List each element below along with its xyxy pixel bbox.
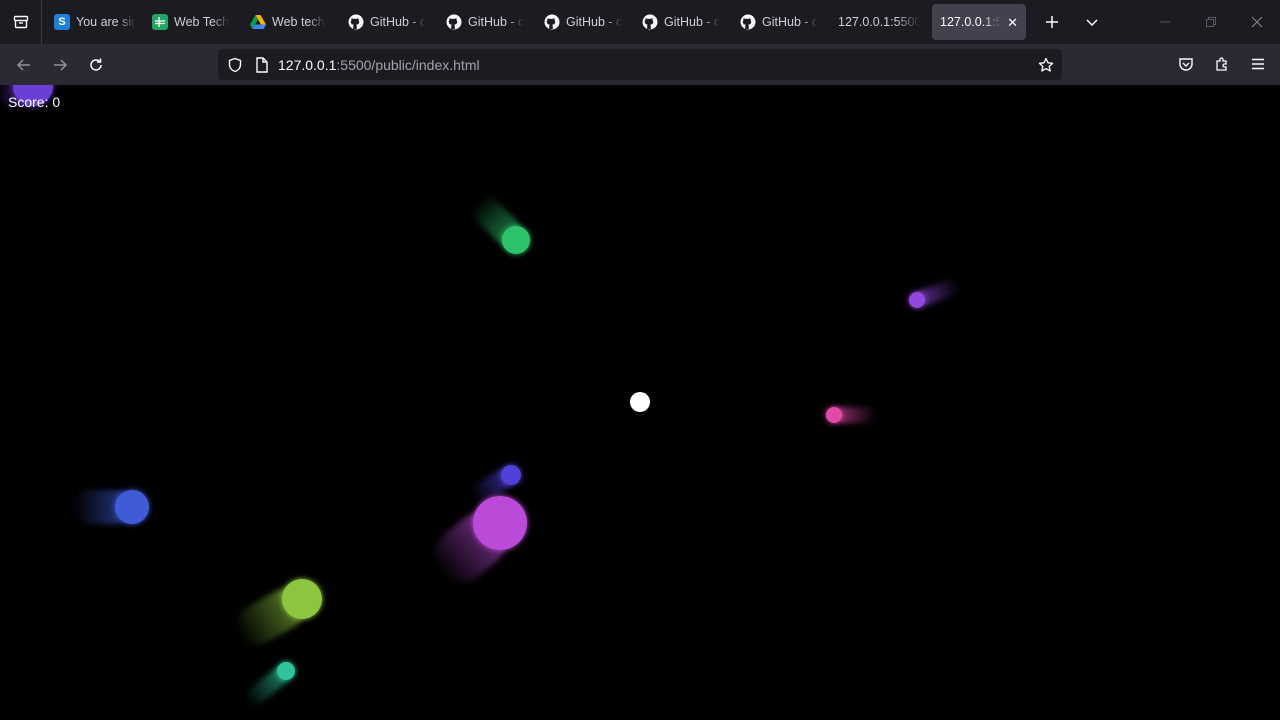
tab-strip: S You are sig Web Tech Web tech GitHub -… — [0, 0, 1280, 44]
page-icon[interactable] — [250, 56, 274, 73]
reload-button[interactable] — [78, 49, 114, 81]
enemy-particle — [909, 292, 925, 308]
close-tab-icon[interactable]: ✕ — [1007, 16, 1018, 29]
github-icon — [740, 14, 756, 30]
url-host: 127.0.0.1 — [278, 56, 337, 73]
url-bar[interactable]: 127.0.0.1:5500/public/index.html — [218, 49, 1062, 80]
tab-label: 127.0.0.1:5500 — [838, 15, 920, 29]
firefox-view-icon — [13, 15, 28, 29]
score-display: Score: 0 — [8, 94, 61, 110]
menu-button[interactable] — [1240, 48, 1276, 80]
tab-label: GitHub - c — [664, 15, 721, 29]
enemy-particle — [501, 465, 521, 485]
pocket-icon — [1179, 58, 1193, 71]
tab[interactable]: GitHub - c — [438, 4, 536, 40]
url-path: :5500/public/index.html — [336, 56, 480, 73]
close-window-button[interactable] — [1234, 0, 1280, 44]
github-icon — [446, 14, 462, 30]
arrow-right-icon — [54, 58, 68, 71]
minimize-icon — [1160, 21, 1170, 23]
arrow-left-icon — [16, 58, 30, 71]
tab[interactable]: S You are sig — [46, 4, 144, 40]
puzzle-icon — [1216, 57, 1227, 71]
new-tab-button[interactable] — [1032, 2, 1072, 42]
enemy-particle — [473, 496, 527, 550]
url-text[interactable]: 127.0.0.1:5500/public/index.html — [278, 57, 480, 73]
enemy-particle — [282, 579, 322, 619]
tab[interactable]: GitHub - c — [340, 4, 438, 40]
sheets-icon — [152, 14, 168, 30]
tab[interactable]: GitHub - c — [536, 4, 634, 40]
shield-icon[interactable] — [220, 57, 250, 73]
tab-label: Web Tech — [174, 15, 230, 29]
tab[interactable]: GitHub - c — [732, 4, 830, 40]
tab[interactable]: Web Tech — [144, 4, 242, 40]
extensions-button[interactable] — [1204, 48, 1240, 80]
close-icon — [1251, 16, 1263, 28]
tab-label: GitHub - c — [566, 15, 623, 29]
reload-icon — [90, 58, 102, 71]
github-icon — [544, 14, 560, 30]
pocket-button[interactable] — [1168, 48, 1204, 80]
tab[interactable]: 127.0.0.1:5500 — [830, 4, 928, 40]
tab-actions — [1032, 2, 1112, 42]
game-canvas[interactable]: Score: 0 — [0, 85, 1280, 720]
github-icon — [642, 14, 658, 30]
firefox-view-button[interactable] — [0, 0, 42, 44]
tab-label: GitHub - c — [468, 15, 525, 29]
sway-icon: S — [54, 14, 70, 30]
tab-label: You are sig — [76, 15, 136, 29]
restore-button[interactable] — [1188, 0, 1234, 44]
enemy-particle — [826, 407, 842, 423]
enemy-particle — [502, 226, 530, 254]
minimize-button[interactable] — [1142, 0, 1188, 44]
tab-list: S You are sig Web Tech Web tech GitHub -… — [42, 0, 1026, 44]
tab-active[interactable]: 127.0.0.1:55 ✕ — [932, 4, 1026, 40]
tab[interactable]: Web tech — [242, 4, 340, 40]
tab-label: GitHub - c — [370, 15, 427, 29]
hamburger-icon — [1252, 58, 1264, 70]
toolbar-right — [1168, 48, 1276, 80]
navigation-bar: 127.0.0.1:5500/public/index.html — [0, 44, 1280, 85]
tab[interactable]: GitHub - c — [634, 4, 732, 40]
enemy-particle — [115, 490, 149, 524]
back-button[interactable] — [6, 49, 42, 81]
tab-label: 127.0.0.1:55 — [940, 15, 1002, 29]
github-icon — [348, 14, 364, 30]
chevron-down-icon — [1086, 19, 1098, 27]
restore-icon — [1206, 17, 1216, 27]
bookmark-star-icon[interactable] — [1036, 55, 1056, 75]
forward-button[interactable] — [42, 49, 78, 81]
tab-label: Web tech — [272, 15, 325, 29]
plus-icon — [1046, 16, 1058, 28]
window-controls — [1142, 0, 1280, 44]
enemy-particle — [277, 662, 295, 680]
list-all-tabs-button[interactable] — [1072, 2, 1112, 42]
drive-icon — [250, 14, 266, 30]
player-dot — [630, 392, 650, 412]
tab-label: GitHub - c — [762, 15, 819, 29]
